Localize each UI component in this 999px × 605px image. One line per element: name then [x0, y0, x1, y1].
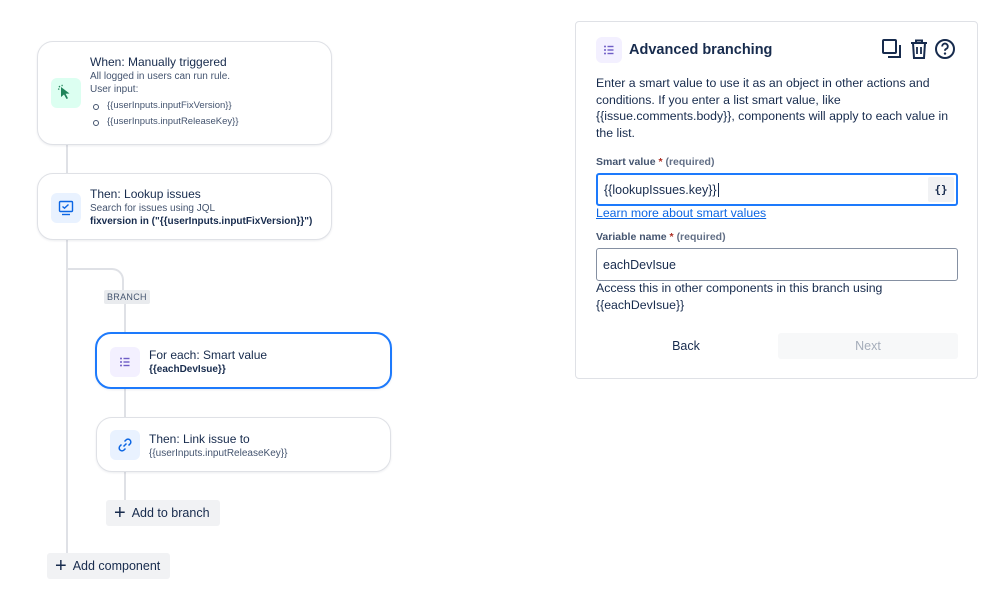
link-icon-tile: [110, 430, 140, 460]
panel-description: Enter a smart value to use it as an obje…: [596, 76, 949, 140]
lookup-title: Then: Lookup issues: [90, 187, 201, 201]
learn-more-link[interactable]: Learn more about smart values: [596, 206, 766, 220]
branch-badge: BRANCH: [104, 290, 150, 304]
link-target: {{userInputs.inputReleaseKey}}: [149, 448, 288, 459]
user-input-item: {{userInputs.inputFixVersion}}: [93, 98, 239, 114]
trigger-user-input-label: User input:: [90, 84, 139, 95]
variable-name-text: eachDevIsue: [603, 257, 676, 272]
smart-value-insert-button[interactable]: {}: [928, 177, 954, 202]
user-input-item: {{userInputs.inputReleaseKey}}: [93, 114, 239, 130]
lookup-icon-tile: [51, 193, 81, 223]
branch-icon-tile: [110, 347, 140, 377]
cursor-click-icon: [57, 84, 70, 99]
connector-line: [124, 300, 126, 332]
smart-value-text: {{lookupIssues.key}}: [604, 182, 717, 197]
variable-helper-text: Access this in other components in this …: [596, 281, 883, 312]
plus-icon: +: [114, 502, 126, 524]
smart-value-input[interactable]: {{lookupIssues.key}} {}: [596, 173, 958, 206]
trigger-card[interactable]: When: Manually triggered All logged in u…: [37, 41, 332, 145]
list-icon: [604, 45, 614, 55]
trigger-permission-text: All logged in users can run rule.: [90, 71, 231, 82]
link-title: Then: Link issue to: [149, 432, 250, 446]
lookup-jql: fixversion in ("{{userInputs.inputFixVer…: [90, 216, 313, 227]
smart-value-label: Smart value * (required): [596, 156, 715, 168]
trash-icon[interactable]: [908, 38, 930, 60]
next-button[interactable]: Next: [778, 333, 958, 359]
link-icon: [118, 438, 132, 452]
panel-icon-tile: [596, 37, 622, 63]
text-cursor: [717, 182, 719, 197]
add-component-button[interactable]: + Add component: [47, 553, 171, 579]
back-button[interactable]: Back: [596, 333, 776, 359]
help-icon[interactable]: [934, 38, 956, 60]
add-component-label: Add component: [72, 559, 161, 573]
link-issue-card[interactable]: Then: Link issue to {{userInputs.inputRe…: [96, 417, 391, 472]
connector-line: [66, 145, 68, 173]
connector-line: [124, 472, 126, 500]
user-input-list: {{userInputs.inputFixVersion}} {{userInp…: [93, 98, 239, 130]
variable-name-label: Variable name * (required): [596, 231, 726, 243]
add-to-branch-button[interactable]: + Add to branch: [106, 500, 220, 526]
trigger-title: When: Manually triggered: [90, 55, 227, 69]
list-icon: [120, 357, 130, 367]
trigger-icon-tile: [51, 78, 81, 108]
for-each-card[interactable]: For each: Smart value {{eachDevIsue}}: [95, 332, 392, 389]
lookup-description: Search for issues using JQL: [90, 203, 216, 214]
advanced-branching-panel: Advanced branching Enter a smart value t…: [575, 21, 978, 379]
connector-line: [124, 389, 126, 417]
for-each-title: For each: Smart value: [149, 348, 268, 362]
copy-icon[interactable]: [881, 38, 903, 60]
panel-title: Advanced branching: [629, 42, 773, 58]
lookup-issues-card[interactable]: Then: Lookup issues Search for issues us…: [37, 173, 332, 240]
search-list-icon: [58, 200, 74, 216]
variable-name-input[interactable]: eachDevIsue: [596, 248, 958, 281]
plus-icon: +: [55, 555, 67, 577]
for-each-variable: {{eachDevIsue}}: [149, 364, 226, 375]
add-to-branch-label: Add to branch: [131, 506, 210, 520]
